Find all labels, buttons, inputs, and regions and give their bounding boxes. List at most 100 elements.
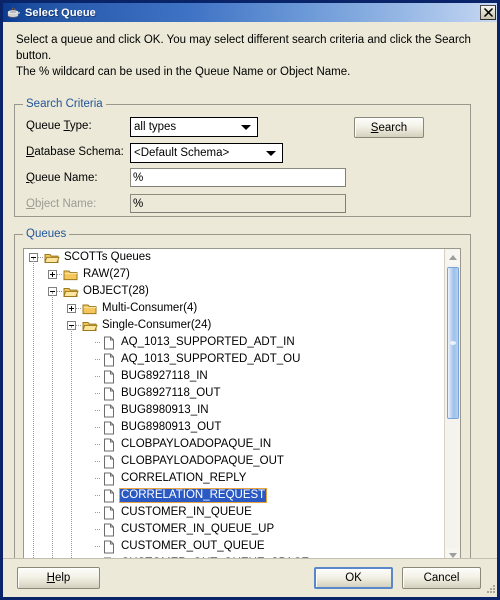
queue-name-input[interactable]: [130, 168, 346, 187]
tree-node[interactable]: AQ_1013_SUPPORTED_ADT_IN: [24, 334, 444, 351]
scrollbar-thumb[interactable]: [447, 267, 459, 419]
instructions-line-1: Select a queue and click OK. You may sel…: [16, 34, 471, 62]
object-name-label: Object Name:: [26, 198, 97, 210]
tree-connector: [76, 324, 81, 327]
tree-node-label: CUSTOMER_IN_QUEUE: [121, 506, 252, 518]
tree-node[interactable]: RAW(27): [24, 266, 444, 283]
tree-node[interactable]: CORRELATION_REPLY: [24, 470, 444, 487]
document-icon: [101, 404, 117, 418]
document-icon: [101, 472, 117, 486]
document-icon: [101, 455, 117, 469]
tree-connector: [95, 426, 100, 429]
tree-node[interactable]: CUSTOMER_OUT_QUEUE: [24, 538, 444, 555]
tree-node[interactable]: Multi-Consumer(4): [24, 300, 444, 317]
search-button-label: Search: [370, 121, 408, 134]
ok-button[interactable]: OK: [314, 567, 393, 589]
folder-closed-icon: [82, 302, 98, 316]
close-icon[interactable]: [480, 5, 496, 20]
tree-node-label: BUG8980913_IN: [121, 404, 209, 416]
document-icon: [101, 540, 117, 554]
tree-connector: [95, 341, 100, 344]
database-schema-value: <Default Schema>: [134, 147, 230, 159]
tree-node[interactable]: SCOTTs Queues: [24, 249, 444, 266]
document-icon: [101, 438, 117, 452]
queue-type-row: Queue Type:: [26, 120, 92, 132]
tree-node[interactable]: BUG8980913_OUT: [24, 419, 444, 436]
tree-connector: [95, 528, 100, 531]
tree-node[interactable]: CLOBPAYLOADOPAQUE_OUT: [24, 453, 444, 470]
queues-legend: Queues: [23, 228, 70, 240]
window-title: Select Queue: [25, 6, 96, 19]
tree-connector: [95, 375, 100, 378]
dialog-body: Select a queue and click OK. You may sel…: [3, 22, 497, 572]
chevron-down-icon: [266, 151, 276, 156]
queue-tree-nodes: SCOTTs Queues RAW(27) OBJECT(28) Multi-Cons…: [24, 249, 444, 564]
document-icon: [101, 370, 117, 384]
tree-node-label: SCOTTs Queues: [64, 251, 151, 263]
resize-grip-icon[interactable]: [484, 584, 496, 596]
tree-node-label: CORRELATION_REPLY: [121, 472, 247, 484]
tree-node-label: RAW(27): [83, 268, 130, 280]
queue-type-label: Queue Type:: [26, 120, 92, 132]
tree-node[interactable]: BUG8927118_IN: [24, 368, 444, 385]
expand-icon[interactable]: [48, 270, 57, 279]
document-icon: [101, 523, 117, 537]
scroll-up-arrow-icon[interactable]: [446, 250, 460, 265]
help-button[interactable]: Help: [17, 567, 100, 589]
folder-open-icon: [44, 251, 60, 265]
tree-connector: [57, 290, 62, 293]
tree-connector: [95, 545, 100, 548]
tree-node[interactable]: BUG8980913_IN: [24, 402, 444, 419]
select-queue-dialog: Select Queue Select a queue and click OK…: [0, 0, 500, 600]
database-schema-select[interactable]: <Default Schema>: [130, 143, 283, 163]
document-icon: [101, 336, 117, 350]
instructions: Select a queue and click OK. You may sel…: [16, 32, 478, 80]
queue-tree[interactable]: SCOTTs Queues RAW(27) OBJECT(28) Multi-Cons…: [23, 248, 461, 565]
tree-node-selected[interactable]: CORRELATION_REQUEST: [24, 487, 444, 504]
tree-connector: [95, 358, 100, 361]
folder-closed-icon: [63, 268, 79, 282]
ok-button-label: OK: [345, 572, 362, 584]
queue-type-select[interactable]: all types: [130, 117, 258, 137]
tree-connector: [95, 443, 100, 446]
database-schema-label: Database Schema:: [26, 146, 124, 158]
tree-node[interactable]: CUSTOMER_IN_QUEUE: [24, 504, 444, 521]
tree-connector: [95, 392, 100, 395]
database-schema-row: Database Schema:: [26, 146, 124, 158]
tree-node[interactable]: BUG8927118_OUT: [24, 385, 444, 402]
tree-node-label: BUG8980913_OUT: [121, 421, 222, 433]
tree-guide-line: [71, 326, 73, 564]
help-button-label: Help: [46, 572, 71, 584]
tree-guide-line: [33, 258, 35, 564]
expand-icon[interactable]: [67, 304, 76, 313]
tree-node[interactable]: OBJECT(28): [24, 283, 444, 300]
folder-open-icon: [63, 285, 79, 299]
tree-connector: [95, 477, 100, 480]
tree-node-label: CORRELATION_REQUEST: [119, 488, 268, 503]
tree-node-label: CUSTOMER_IN_QUEUE_UP: [121, 523, 275, 535]
document-icon: [101, 421, 117, 435]
tree-connector: [38, 256, 43, 259]
queue-name-row: Queue Name:: [26, 172, 98, 184]
tree-node[interactable]: Single-Consumer(24): [24, 317, 444, 334]
document-icon: [101, 353, 117, 367]
cancel-button[interactable]: Cancel: [402, 567, 481, 589]
object-name-input: [130, 194, 346, 213]
tree-node[interactable]: CUSTOMER_IN_QUEUE_UP: [24, 521, 444, 538]
vertical-scrollbar[interactable]: [444, 249, 460, 564]
tree-node-label: AQ_1013_SUPPORTED_ADT_IN: [121, 336, 295, 348]
tree-node-label: CLOBPAYLOADOPAQUE_OUT: [121, 455, 284, 467]
search-button[interactable]: Search: [354, 117, 424, 138]
search-criteria-legend: Search Criteria: [23, 98, 106, 110]
tree-node-label: Single-Consumer(24): [102, 319, 212, 331]
tree-connector: [95, 460, 100, 463]
folder-open-icon: [82, 319, 98, 333]
tree-node[interactable]: AQ_1013_SUPPORTED_ADT_OU: [24, 351, 444, 368]
tree-node[interactable]: CLOBPAYLOADOPAQUE_IN: [24, 436, 444, 453]
queue-tree-viewport: SCOTTs Queues RAW(27) OBJECT(28) Multi-Cons…: [24, 249, 444, 564]
